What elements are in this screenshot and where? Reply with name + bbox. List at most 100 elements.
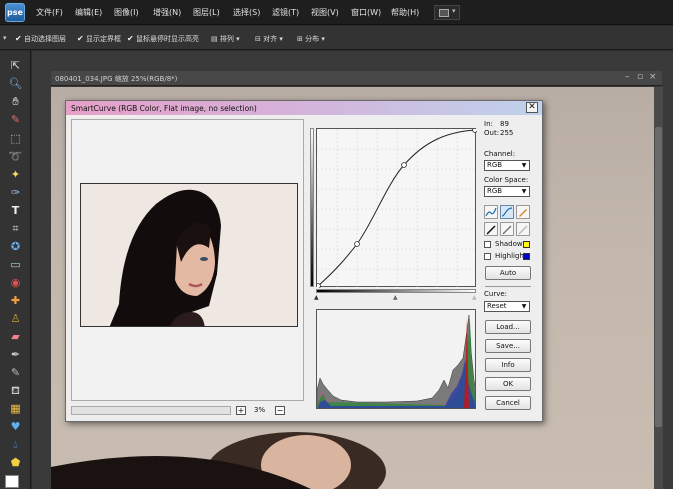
save-button[interactable]: Save... [485,339,531,353]
checkmark-icon: ✔ [127,34,134,43]
gradient-tool-icon[interactable]: ▦ [8,402,23,415]
menu-view[interactable]: 视图(V) [311,7,339,18]
auto-select-layer-label: 自动选择图层 [24,35,66,43]
black-point-slider[interactable]: ▲ [314,294,319,301]
app-logo[interactable]: pse [5,3,25,22]
preview-horizontal-scrollbar[interactable] [71,406,231,415]
foreground-color-swatch[interactable] [5,475,19,488]
cancel-button[interactable]: Cancel [485,396,531,410]
menu-image[interactable]: 图像(I) [114,7,139,18]
ok-button[interactable]: OK [485,377,531,391]
checkmark-icon: ✔ [15,34,22,43]
highlight-color-swatch[interactable] [523,253,530,260]
menu-select[interactable]: 选择(S) [233,7,260,18]
rollover-highlight-label: 鼠标悬停时显示高亮 [136,35,199,43]
midpoint-slider[interactable]: ▲ [393,294,398,301]
hand-tool-icon[interactable]: ✋︎ [8,95,23,108]
toolbox: ⇱ 🔍︎ ✋︎ ✎ ⬚ ➰ ✦ ✑ T ⌗ ✪ ▭ ◉ ✚ ♙ ▰ ✒ ✎ ⛾ … [0,51,31,489]
close-icon[interactable]: × [649,72,657,82]
move-tool-icon[interactable]: ⇱ [8,59,23,72]
magic-wand-tool-icon[interactable]: ✦ [8,168,23,181]
menu-enhance[interactable]: 增强(N) [153,7,181,18]
curve-edit-button[interactable] [500,205,514,219]
curve-points-icon [485,207,497,217]
preview-panel[interactable] [71,119,304,401]
layout-grid-icon [439,9,449,17]
zoom-tool-icon[interactable]: 🔍︎ [8,77,23,90]
input-value: 89 [500,120,509,128]
portrait-preview [81,184,297,326]
highlight-checkbox[interactable] [484,253,491,260]
rollover-highlight-option[interactable]: ✔ 鼠标悬停时显示高亮 [127,34,199,44]
cookie-cutter-tool-icon[interactable]: ✪ [8,240,23,253]
zoom-in-button[interactable]: + [236,406,246,415]
curve-point[interactable] [354,241,360,247]
menu-file[interactable]: 文件(F) [36,7,63,18]
tool-preset-dropdown[interactable]: ▾ [3,34,7,42]
menu-edit[interactable]: 编辑(E) [75,7,102,18]
clone-stamp-tool-icon[interactable]: ♙ [8,312,23,325]
custom-shape-tool-icon[interactable]: ♥ [8,420,23,433]
chevron-down-icon: ▼ [521,162,527,169]
document-vertical-scrollbar[interactable] [654,87,663,489]
sponge-tool-icon[interactable]: ⬟ [8,456,23,469]
load-button[interactable]: Load... [485,320,531,334]
dialog-title-bar[interactable]: SmartCurve (RGB Color, Flat image, no se… [66,101,542,115]
options-bar: ▾ ✔ 自动选择图层 ✔ 显示定界框 ✔ 鼠标悬停时显示高亮 ▤ 排列 ▾ ⊟ 对齐 … [0,26,673,50]
channel-select[interactable]: RGB ▼ [484,160,530,171]
type-tool-icon[interactable]: T [8,204,23,217]
menu-help[interactable]: 帮助(H) [391,7,419,18]
minimize-icon[interactable]: – [625,72,630,82]
gray-eyedropper-button[interactable] [500,222,514,236]
brush-tool-icon[interactable]: ✒ [8,348,23,361]
quick-selection-tool-icon[interactable]: ✑ [8,186,23,199]
colorspace-select[interactable]: RGB ▼ [484,186,530,197]
menu-layer[interactable]: 图层(L) [193,7,220,18]
red-eye-tool-icon[interactable]: ◉ [8,276,23,289]
crop-tool-icon[interactable]: ⌗ [8,222,23,235]
white-point-slider[interactable]: ▲ [472,294,477,301]
arrange-label: 排列 [219,35,234,43]
curve-preset-select[interactable]: Reset ▼ [484,301,530,312]
menu-filter[interactable]: 滤镜(T) [272,7,299,18]
curve-point[interactable] [472,129,477,133]
menu-window[interactable]: 窗口(W) [351,7,381,18]
black-eyedropper-button[interactable] [484,222,498,236]
blur-tool-icon[interactable]: 💧︎ [8,438,23,451]
auto-select-layer-option[interactable]: ✔ 自动选择图层 [15,34,66,44]
paint-bucket-tool-icon[interactable]: ⛾ [8,384,23,397]
shadow-color-swatch[interactable] [523,241,530,248]
eyedropper-tool-icon[interactable]: ✎ [8,113,23,126]
info-button[interactable]: Info [485,358,531,372]
scrollbar-thumb[interactable] [655,127,662,427]
curve-smooth-button[interactable] [484,205,498,219]
arrange-dropdown[interactable]: ▤ 排列 ▾ [211,34,240,44]
show-bounding-box-option[interactable]: ✔ 显示定界框 [77,34,121,44]
pencil-button[interactable] [516,205,530,219]
eyedropper-black-icon [486,225,496,235]
chevron-down-icon: ▼ [521,188,527,195]
dialog-close-button[interactable]: ✕ [526,102,538,113]
auto-button[interactable]: Auto [485,266,531,280]
curve-graph[interactable] [317,129,477,288]
eraser-tool-icon[interactable]: ▰ [8,330,23,343]
curve-point[interactable] [401,162,407,168]
lasso-tool-icon[interactable]: ➰ [8,150,23,163]
shadow-checkbox[interactable] [484,241,491,248]
align-dropdown[interactable]: ⊟ 对齐 ▾ [255,34,283,44]
curve-line[interactable] [317,129,476,287]
white-eyedropper-button[interactable] [516,222,530,236]
healing-brush-tool-icon[interactable]: ✚ [8,294,23,307]
channel-label: Channel: [484,150,516,158]
zoom-out-button[interactable]: − [275,406,285,415]
chevron-down-icon: ▾ [452,7,456,15]
dialog-title: SmartCurve (RGB Color, Flat image, no se… [71,104,257,113]
distribute-dropdown[interactable]: ⊞ 分布 ▾ [297,34,325,44]
marquee-tool-icon[interactable]: ⬚ [8,132,23,145]
curve-editor[interactable] [316,128,477,288]
straighten-tool-icon[interactable]: ▭ [8,258,23,271]
curve-point[interactable] [317,283,321,288]
workspace-layout-button[interactable]: ▾ [434,5,460,20]
maximize-icon[interactable]: ▫ [637,72,643,82]
smart-brush-tool-icon[interactable]: ✎ [8,366,23,379]
